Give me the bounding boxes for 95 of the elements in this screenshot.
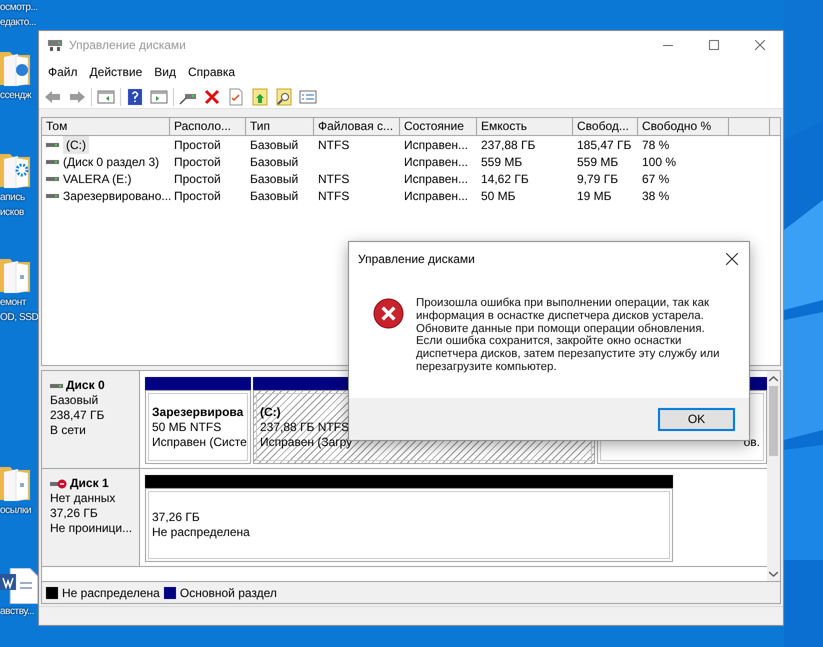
legend-label: Не распределена bbox=[62, 584, 160, 602]
error-message: Произошла ошибка при выполнении операции, так как информация в оснастке диспетчера дисков устарела. Обновите данные при помощи операции обновления. Если ошибка сохранится, закройте окно оснастки диспетчера дисков, затем перезапустите эту службу или перезагрузите компьютер. bbox=[416, 297, 721, 374]
desktop-icon-label[interactable]: ссендж bbox=[0, 88, 32, 103]
scroll-down-icon[interactable] bbox=[769, 571, 778, 577]
disk-detail: 238,47 ГБ bbox=[50, 408, 106, 423]
disk-info-panel[interactable]: Диск 1 Нет данных 37,26 ГБ Не проиници... bbox=[42, 469, 140, 566]
disk-name: Диск 0 bbox=[66, 378, 105, 393]
pane-icon[interactable] bbox=[150, 88, 168, 106]
disk-detail: Нет данных bbox=[50, 491, 116, 506]
table-cell-text: Простой bbox=[174, 154, 221, 170]
disk-info-panel[interactable]: Диск 0 Базовый 238,47 ГБ В сети bbox=[42, 371, 140, 468]
table-cell-text: 38 % bbox=[642, 188, 670, 204]
disk-detail: Не проиници... bbox=[50, 521, 134, 536]
error-icon bbox=[373, 298, 404, 329]
column-header[interactable]: Свобод... bbox=[573, 118, 638, 135]
table-cell-text: 9,79 ГБ bbox=[577, 170, 618, 188]
table-cell-text: NTFS bbox=[318, 188, 350, 204]
word-document-icon[interactable] bbox=[0, 568, 40, 604]
table-cell-text: NTFS bbox=[318, 136, 350, 154]
desktop-icon-label[interactable]: осылки bbox=[0, 503, 32, 518]
close-icon[interactable] bbox=[726, 253, 738, 265]
table-cell-text: VALERA (E:) bbox=[63, 170, 132, 188]
table-cell-text: Простой bbox=[174, 136, 221, 154]
scroll-up-icon[interactable] bbox=[769, 376, 778, 382]
disk-warning-icon bbox=[50, 478, 68, 488]
scrollbar[interactable] bbox=[767, 371, 780, 581]
table-cell-text: 100 % bbox=[642, 154, 676, 170]
column-header[interactable]: Файловая с... bbox=[314, 118, 400, 135]
table-cell-text: (Диск 0 раздел 3) bbox=[63, 154, 160, 170]
table-cell-text: Зарезервировано... bbox=[63, 188, 172, 204]
close-icon bbox=[755, 40, 765, 50]
column-header[interactable]: Том bbox=[42, 118, 170, 135]
table-cell-text: 185,47 ГБ bbox=[577, 136, 632, 154]
column-header[interactable]: Свободно % bbox=[638, 118, 729, 135]
partition-status: Не распределена bbox=[152, 525, 251, 540]
table-cell-text: Исправен... bbox=[404, 170, 468, 188]
table-cell-text: Базовый bbox=[250, 154, 298, 170]
column-header[interactable]: Располо... bbox=[170, 118, 246, 135]
disk-name: Диск 1 bbox=[70, 476, 109, 491]
table-cell-text: 19 МБ bbox=[577, 188, 612, 204]
search-icon[interactable] bbox=[275, 88, 293, 106]
partition-title: Зарезервирова bbox=[152, 404, 244, 420]
list-icon[interactable] bbox=[299, 88, 317, 106]
scroll-thumb[interactable] bbox=[769, 386, 778, 456]
table-cell-text: Базовый bbox=[250, 188, 298, 204]
menu-item[interactable]: Действие bbox=[84, 63, 148, 81]
table-cell-text: NTFS bbox=[318, 170, 350, 188]
column-header[interactable]: Емкость bbox=[477, 118, 573, 135]
table-cell-text: Простой bbox=[174, 188, 221, 204]
table-cell-text: Исправен... bbox=[404, 154, 468, 170]
table-cell-text: 559 МБ bbox=[577, 154, 618, 170]
table-cell-text: 78 % bbox=[642, 136, 670, 154]
desktop-icon-label[interactable]: осмотр... bbox=[0, 0, 38, 15]
desktop-icon-label[interactable]: OD, SSD bbox=[0, 310, 38, 325]
table-cell-text: Простой bbox=[174, 170, 221, 188]
column-header[interactable]: Тип bbox=[246, 118, 314, 135]
desktop-icon-label[interactable]: исков bbox=[0, 205, 24, 220]
table-cell-text: Исправен... bbox=[404, 188, 468, 204]
disk-detail: 37,26 ГБ bbox=[50, 506, 99, 521]
table-cell-text: 67 % bbox=[642, 170, 670, 188]
table-cell-text: 14,62 ГБ bbox=[481, 170, 529, 188]
menu-item[interactable]: Файл bbox=[42, 63, 84, 81]
partition-size: 37,26 ГБ bbox=[152, 510, 201, 525]
desktop-icon-label[interactable]: апись bbox=[0, 190, 25, 205]
table-cell-text: Базовый bbox=[250, 136, 298, 154]
table-cell-text: 237,88 ГБ bbox=[481, 136, 536, 154]
ok-button[interactable]: OK bbox=[658, 408, 735, 430]
partition-size: 237,88 ГБ NTFS bbox=[260, 420, 350, 434]
table-cell-text: Исправен... bbox=[404, 136, 468, 154]
partition-title: (C:) bbox=[260, 404, 282, 420]
drive-icon bbox=[47, 38, 63, 52]
pane-icon[interactable] bbox=[97, 88, 115, 106]
desktop-icon-label[interactable]: едакто... bbox=[0, 15, 36, 30]
partition-status: Исправен (Загру bbox=[260, 434, 354, 450]
table-cell: (C:) bbox=[63, 136, 89, 154]
desktop-icon-label[interactable]: емонт bbox=[0, 295, 26, 310]
delete-icon[interactable] bbox=[203, 88, 221, 106]
menu-item[interactable]: Справка bbox=[182, 63, 242, 81]
menu-item[interactable]: Вид bbox=[148, 63, 182, 81]
window-title: Управление дисками bbox=[69, 37, 186, 54]
minimize-icon bbox=[663, 44, 673, 46]
help-icon[interactable] bbox=[126, 88, 144, 106]
disk-detail: Базовый bbox=[50, 393, 100, 408]
table-cell-text: Базовый bbox=[250, 170, 298, 188]
maximize-icon bbox=[709, 40, 719, 50]
table-cell-text: 50 МБ bbox=[481, 188, 516, 204]
legend-label: Основной раздел bbox=[180, 584, 277, 602]
checklist-icon[interactable] bbox=[227, 88, 245, 106]
table-cell-text: 559 МБ bbox=[481, 154, 522, 170]
column-header[interactable]: Состояние bbox=[400, 118, 477, 135]
desktop-icon-label[interactable]: авству... bbox=[0, 604, 34, 619]
dialog-title: Управление дисками bbox=[358, 251, 475, 268]
partition-status: Исправен (Систе bbox=[152, 434, 244, 450]
disk-detail: В сети bbox=[50, 423, 87, 438]
partition-size: 50 МБ NTFS bbox=[152, 420, 222, 434]
